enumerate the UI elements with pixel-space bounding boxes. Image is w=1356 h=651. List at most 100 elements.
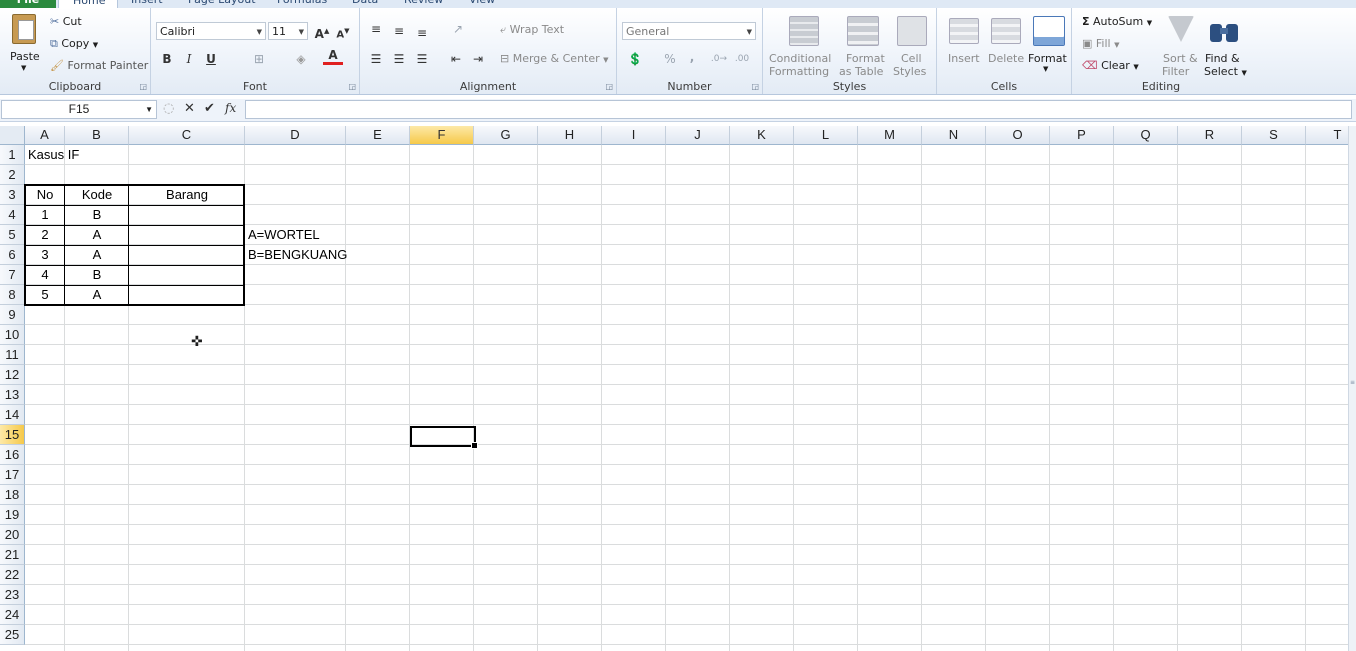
format-as-table-button[interactable]: Format as Table (839, 12, 885, 78)
font-family-select[interactable]: Calibri ▼ (156, 22, 266, 40)
format-button[interactable]: Format ▼ (1027, 12, 1069, 78)
align-middle-icon[interactable]: ≡ (389, 22, 409, 40)
column-header-e[interactable]: E (346, 126, 410, 145)
row-header-11[interactable]: 11 (0, 345, 25, 365)
align-bottom-icon[interactable]: ≡ (412, 24, 432, 42)
row-header-8[interactable]: 8 (0, 285, 25, 305)
tab-formulas[interactable]: Formulas (277, 0, 327, 8)
cancel-icon[interactable]: ✕ (184, 101, 195, 116)
column-header-r[interactable]: R (1178, 126, 1242, 145)
enter-checkmark-icon[interactable]: ✔ (204, 101, 215, 116)
tab-review[interactable]: Review (404, 0, 443, 8)
align-right-icon[interactable]: ☰ (412, 50, 432, 68)
row-header-15[interactable]: 15 (0, 425, 25, 445)
align-left-icon[interactable]: ☰ (366, 50, 386, 68)
cell-d5[interactable]: A=WORTEL (248, 225, 320, 245)
column-header-m[interactable]: M (858, 126, 922, 145)
column-header-n[interactable]: N (922, 126, 986, 145)
worksheet-grid[interactable]: ABCDEFGHIJKLMNOPQRST 1 2 3 4 5 6 7 8 9 10 11 12 13 14… (0, 126, 1356, 651)
row-header-25[interactable]: 25 (0, 625, 25, 645)
column-header-i[interactable]: I (602, 126, 666, 145)
column-header-o[interactable]: O (986, 126, 1050, 145)
column-header-d[interactable]: D (245, 126, 346, 145)
column-header-b[interactable]: B (65, 126, 129, 145)
vertical-scrollbar[interactable]: ≡ (1348, 126, 1356, 651)
font-size-select[interactable]: 11 ▼ (268, 22, 308, 40)
column-header-h[interactable]: H (538, 126, 602, 145)
decrease-decimal-icon[interactable]: .00 (732, 50, 752, 68)
merge-center-button[interactable]: ⊟ Merge & Center ▼ (500, 52, 609, 65)
row-header-24[interactable]: 24 (0, 605, 25, 625)
insert-function-icon[interactable]: fx (225, 101, 236, 115)
increase-decimal-icon[interactable]: .0→ (709, 50, 729, 68)
row-header-18[interactable]: 18 (0, 485, 25, 505)
column-header-g[interactable]: G (474, 126, 538, 145)
row-header-6[interactable]: 6 (0, 245, 25, 265)
row-header-3[interactable]: 3 (0, 185, 25, 205)
insert-button[interactable]: Insert (943, 12, 983, 78)
underline-button[interactable]: U (201, 50, 221, 68)
align-top-icon[interactable]: ≡ (366, 20, 386, 38)
tab-file[interactable]: File (0, 0, 56, 8)
alignment-launcher-icon[interactable]: ◲ (605, 82, 613, 91)
currency-icon[interactable]: 💲 (625, 50, 645, 68)
row-header-13[interactable]: 13 (0, 385, 25, 405)
tab-insert[interactable]: Insert (131, 0, 163, 8)
wrap-text-button[interactable]: ⤶ Wrap Text (500, 23, 564, 37)
row-header-23[interactable]: 23 (0, 585, 25, 605)
autosum-button[interactable]: Σ AutoSum ▼ (1082, 15, 1152, 28)
row-header-16[interactable]: 16 (0, 445, 25, 465)
fill-color-icon[interactable]: ◈ (291, 50, 311, 68)
formula-input[interactable] (245, 100, 1352, 119)
borders-icon[interactable]: ⊞ (249, 50, 269, 68)
paste-button[interactable]: Paste ▼ (4, 12, 44, 78)
active-cell-selection[interactable] (410, 426, 478, 449)
scroll-thumb[interactable]: ≡ (1349, 378, 1356, 388)
sort-filter-button[interactable]: Sort & Filter (1160, 12, 1202, 78)
number-launcher-icon[interactable]: ◲ (751, 82, 759, 91)
percent-button[interactable]: % (660, 50, 680, 68)
format-painter-button[interactable]: 🖌 Format Painter (50, 59, 148, 72)
row-header-21[interactable]: 21 (0, 545, 25, 565)
italic-button[interactable]: I (179, 50, 199, 68)
name-box[interactable]: F15 ▼ (1, 100, 157, 119)
cut-button[interactable]: ✂ Cut (50, 15, 82, 28)
row-header-9[interactable]: 9 (0, 305, 25, 325)
number-format-select[interactable]: General ▼ (622, 22, 756, 40)
column-header-q[interactable]: Q (1114, 126, 1178, 145)
font-launcher-icon[interactable]: ◲ (348, 82, 356, 91)
select-all-corner[interactable] (0, 126, 25, 145)
grow-font-button[interactable]: A▲ (312, 22, 332, 41)
conditional-formatting-button[interactable]: Conditional Formatting (767, 12, 837, 78)
fill-handle[interactable] (471, 442, 478, 449)
delete-button[interactable]: Delete (985, 12, 1025, 78)
row-header-1[interactable]: 1 (0, 145, 25, 165)
align-center-icon[interactable]: ☰ (389, 50, 409, 68)
shrink-font-button[interactable]: A▼ (333, 22, 353, 40)
clear-button[interactable]: ⌫ Clear ▼ (1082, 59, 1139, 72)
row-header-17[interactable]: 17 (0, 465, 25, 485)
row-header-14[interactable]: 14 (0, 405, 25, 425)
tab-home[interactable]: Home (58, 0, 118, 8)
comma-button[interactable]: , (682, 48, 702, 66)
copy-button[interactable]: ⧉ Copy ▼ (50, 37, 98, 51)
column-header-c[interactable]: C (129, 126, 245, 145)
column-header-p[interactable]: P (1050, 126, 1114, 145)
column-header-k[interactable]: K (730, 126, 794, 145)
cell-d6[interactable]: B=BENGKUANG (248, 245, 347, 265)
find-select-button[interactable]: Find & Select ▼ (1204, 12, 1248, 78)
cell-a1[interactable]: Kasus IF (28, 145, 79, 165)
tab-data[interactable]: Data (352, 0, 378, 8)
row-header-2[interactable]: 2 (0, 165, 25, 185)
column-header-s[interactable]: S (1242, 126, 1306, 145)
clipboard-launcher-icon[interactable]: ◲ (139, 82, 147, 91)
column-header-a[interactable]: A (25, 126, 65, 145)
cell-styles-button[interactable]: Cell Styles (889, 12, 933, 78)
row-header-19[interactable]: 19 (0, 505, 25, 525)
font-color-icon[interactable]: A (323, 48, 343, 65)
column-header-l[interactable]: L (794, 126, 858, 145)
tab-page-layout[interactable]: Page Layout (188, 0, 256, 8)
column-header-f[interactable]: F (410, 126, 474, 145)
fill-button[interactable]: ▣ Fill ▼ (1082, 37, 1120, 50)
bold-button[interactable]: B (157, 50, 177, 68)
